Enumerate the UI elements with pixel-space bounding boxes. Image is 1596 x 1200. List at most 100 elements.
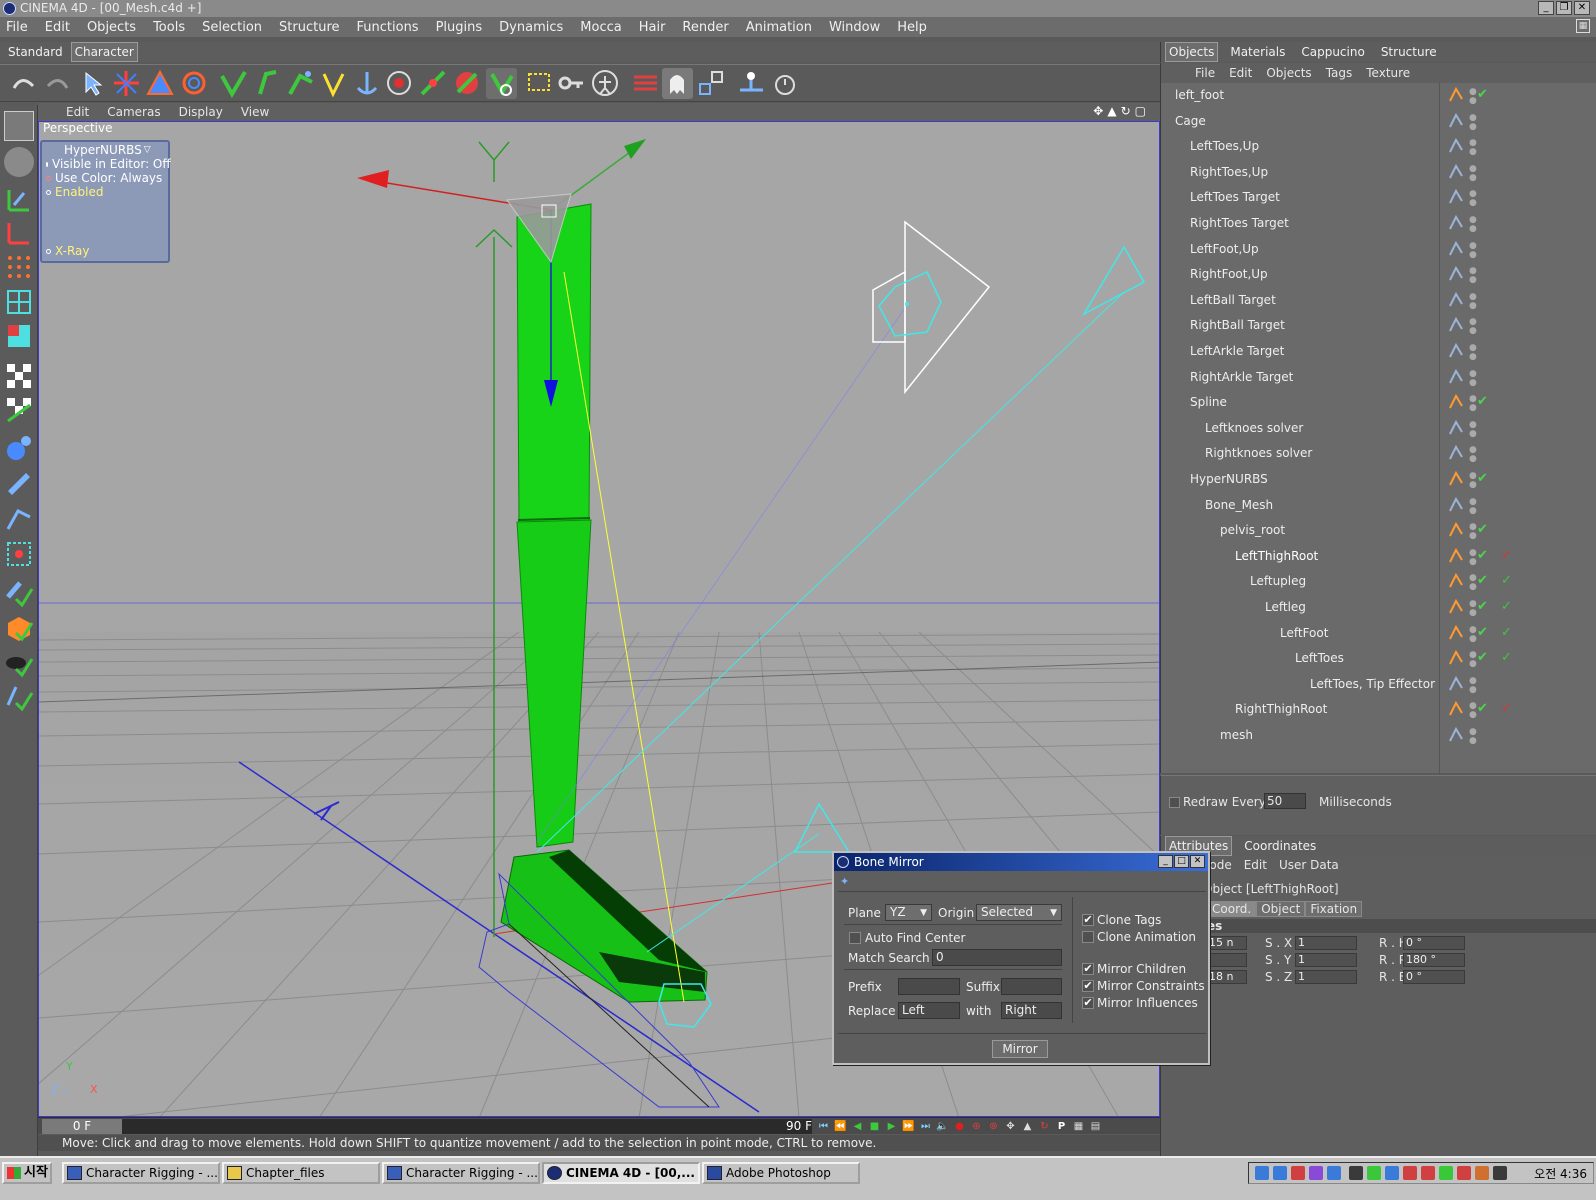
select-arrow-icon[interactable]: [78, 68, 109, 99]
timeline-end[interactable]: 90 F: [778, 1119, 812, 1134]
menu-animation[interactable]: Animation: [746, 20, 812, 35]
object-row[interactable]: Rightknoes solver ● ●: [1161, 443, 1596, 467]
pla-key-icon[interactable]: ▦: [1071, 1119, 1086, 1134]
axis-icon[interactable]: [4, 218, 34, 248]
object-type-icon[interactable]: [1445, 546, 1467, 566]
objmenu-file[interactable]: File: [1195, 66, 1215, 80]
explorer-tray-icon[interactable]: [1273, 1166, 1287, 1180]
position-key-icon[interactable]: ✥: [1003, 1119, 1018, 1134]
visibility-dots-icon[interactable]: ● ●: [1469, 164, 1477, 183]
object-name[interactable]: RightThighRoot: [1235, 699, 1327, 719]
object-row[interactable]: left_foot ● ● ✔: [1161, 85, 1596, 109]
app-tray-icon[interactable]: [1457, 1166, 1471, 1180]
object-row[interactable]: RightBall Target ● ●: [1161, 315, 1596, 339]
timeline-icon[interactable]: [630, 68, 661, 99]
object-type-icon[interactable]: [1445, 367, 1467, 387]
undo-icon[interactable]: [8, 68, 39, 99]
app-tray-icon[interactable]: [1327, 1166, 1341, 1180]
object-type-icon[interactable]: [1445, 725, 1467, 745]
bone-tag-icon[interactable]: ✓: [1501, 546, 1512, 566]
enabled-check-icon[interactable]: ✔: [1477, 597, 1488, 617]
viewport-name[interactable]: Perspective: [43, 121, 113, 135]
scale-icon[interactable]: [145, 68, 176, 99]
object-type-icon[interactable]: [1445, 571, 1467, 591]
attr-subtab-object[interactable]: Object: [1256, 901, 1306, 917]
object-name[interactable]: RightBall Target: [1190, 315, 1285, 335]
object-name[interactable]: LeftBall Target: [1190, 290, 1276, 310]
menu-objects[interactable]: Objects: [87, 20, 136, 35]
visibility-dots-icon[interactable]: ● ●: [1469, 702, 1477, 720]
app-tray-icon[interactable]: [1403, 1166, 1417, 1180]
deform-icon[interactable]: [452, 68, 483, 99]
visibility-dots-icon[interactable]: ● ●: [1469, 548, 1477, 567]
menu-render[interactable]: Render: [682, 20, 728, 35]
power-icon[interactable]: [486, 68, 517, 99]
visibility-dots-icon[interactable]: ● ●: [1469, 267, 1477, 285]
objmenu-tags[interactable]: Tags: [1326, 66, 1353, 80]
scale-field[interactable]: 1: [1295, 936, 1357, 950]
ik-tool-icon[interactable]: [252, 68, 283, 99]
bone-tag-icon[interactable]: ✓: [1501, 597, 1512, 617]
visibility-dots-icon[interactable]: ● ●: [1469, 113, 1477, 132]
sound-icon[interactable]: 🔈: [935, 1119, 950, 1134]
minimize-button[interactable]: _: [1538, 1, 1554, 15]
bone-tool-icon[interactable]: [218, 68, 249, 99]
object-type-icon[interactable]: [1445, 162, 1467, 182]
enabled-check-icon[interactable]: ✔: [1477, 520, 1488, 540]
object-row[interactable]: LeftToes ● ● ✔ ✓: [1161, 648, 1596, 672]
attr-subtab-coord[interactable]: Coord.: [1207, 901, 1257, 917]
object-type-icon[interactable]: [1445, 187, 1467, 207]
object-row[interactable]: RightFoot,Up ● ●: [1161, 264, 1596, 288]
visibility-dots-icon[interactable]: ● ●: [1469, 497, 1477, 516]
redraw-interval-input[interactable]: 50: [1264, 793, 1306, 809]
tab-structure[interactable]: Structure: [1377, 42, 1441, 62]
enabled-check-icon[interactable]: ✔: [1477, 623, 1488, 643]
dialog-minimize-button[interactable]: _: [1158, 855, 1173, 868]
rotation-key-icon[interactable]: ↻: [1037, 1119, 1052, 1134]
object-type-icon[interactable]: [1445, 392, 1467, 412]
move-axis-icon[interactable]: [736, 68, 767, 99]
enabled-check-icon[interactable]: ✔: [1477, 571, 1488, 591]
object-row[interactable]: LeftThighRoot ● ● ✔ ✓: [1161, 546, 1596, 570]
auto-find-center-checkbox[interactable]: [849, 932, 861, 944]
object-name[interactable]: left_foot: [1175, 85, 1224, 105]
points-icon[interactable]: [4, 252, 34, 282]
menu-mocca[interactable]: Mocca: [580, 20, 621, 35]
object-row[interactable]: LeftBall Target ● ●: [1161, 290, 1596, 314]
bone-check-icon[interactable]: [4, 683, 34, 713]
object-row[interactable]: LeftFoot ● ● ✔ ✓: [1161, 623, 1596, 647]
menu-plugins[interactable]: Plugins: [436, 20, 483, 35]
objmenu-edit[interactable]: Edit: [1229, 66, 1252, 80]
object-name[interactable]: LeftFoot: [1280, 623, 1328, 643]
texture-axis-icon[interactable]: [4, 395, 34, 425]
start-button[interactable]: 시작: [2, 1162, 52, 1184]
object-type-icon[interactable]: [1445, 648, 1467, 668]
attr-subtab-fixation[interactable]: Fixation: [1305, 901, 1363, 917]
scale-key-icon[interactable]: ▲: [1020, 1119, 1035, 1134]
viewport-menu-edit[interactable]: Edit: [66, 105, 89, 119]
object-name[interactable]: LeftArkle Target: [1190, 341, 1284, 361]
zoom-icon[interactable]: ▲: [1107, 104, 1116, 118]
object-row[interactable]: Leftleg ● ● ✔ ✓: [1161, 597, 1596, 621]
scale-field[interactable]: 1: [1295, 970, 1357, 984]
object-row[interactable]: pelvis_root ● ● ✔: [1161, 520, 1596, 544]
dialog-menu-icon[interactable]: ✦: [840, 875, 849, 888]
menu-structure[interactable]: Structure: [279, 20, 339, 35]
layout-icon[interactable]: [4, 111, 34, 141]
scale-field[interactable]: 1: [1295, 953, 1357, 967]
volume-tray-icon[interactable]: [1493, 1166, 1507, 1180]
ghost-icon[interactable]: [662, 68, 693, 99]
object-type-icon[interactable]: [1445, 469, 1467, 489]
object-name[interactable]: LeftThighRoot: [1235, 546, 1318, 566]
menu-selection[interactable]: Selection: [202, 20, 262, 35]
visibility-dots-icon[interactable]: ● ●: [1469, 216, 1477, 234]
target-icon[interactable]: [384, 68, 415, 99]
object-type-icon[interactable]: [1445, 213, 1467, 233]
timeline-slider[interactable]: [122, 1119, 812, 1134]
object-row[interactable]: LeftFoot,Up ● ●: [1161, 239, 1596, 263]
redraw-checkbox[interactable]: [1169, 797, 1180, 808]
plane-select[interactable]: YZ ▼: [885, 904, 932, 921]
object-row[interactable]: Cage ● ●: [1161, 111, 1596, 135]
object-name[interactable]: RightToes,Up: [1190, 162, 1268, 182]
lasso-icon[interactable]: [524, 68, 555, 99]
